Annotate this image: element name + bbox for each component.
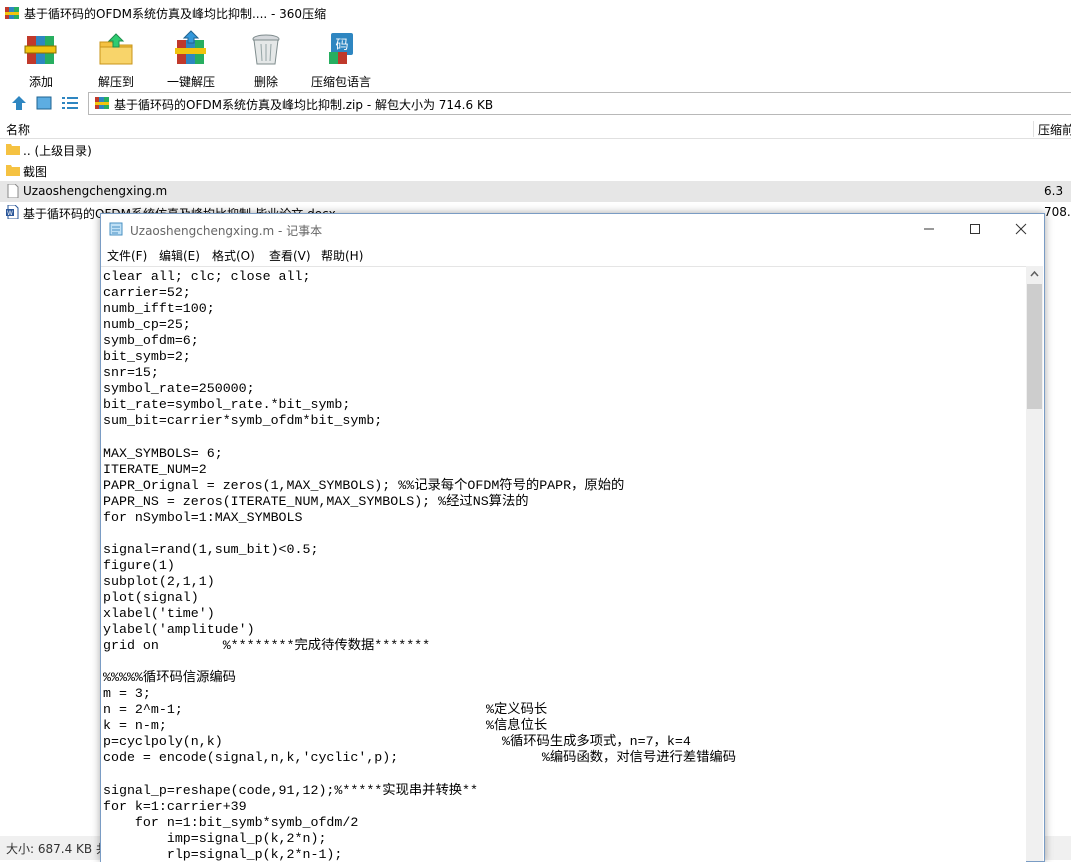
code-line: subplot(2,1,1) xyxy=(103,573,215,589)
code-line: MAX_SYMBOLS= 6; xyxy=(103,445,223,461)
code-line: numb_ifft=100; xyxy=(103,301,215,317)
maximize-button[interactable] xyxy=(952,214,998,244)
notepad-title-bar[interactable]: Uzaoshengchengxing.m - 记事本 xyxy=(101,214,1044,244)
trash-can-icon xyxy=(252,34,280,65)
code-line: numb_cp=25; xyxy=(103,317,191,333)
code-line: imp=signal_p(k,2*n); xyxy=(103,830,327,846)
code-line: k = n-m; %信息位长 xyxy=(103,718,548,734)
vertical-scrollbar[interactable] xyxy=(1026,266,1043,861)
code-line: ITERATE_NUM=2 xyxy=(103,461,207,477)
code-line: ylabel('amplitude') xyxy=(103,622,255,638)
menu-file[interactable]: 文件(F) xyxy=(107,247,147,264)
code-line: PAPR_Orignal = zeros(1,MAX_SYMBOLS); %%记… xyxy=(103,477,625,493)
code-line: clear all; clc; close all; xyxy=(103,269,311,284)
folder-icon xyxy=(6,144,20,155)
menu-edit[interactable]: 编辑(E) xyxy=(159,247,200,264)
thumbnail-view-icon[interactable] xyxy=(35,95,53,111)
file-row-screenshots[interactable]: 截图 xyxy=(0,160,1071,181)
books-add-icon xyxy=(24,36,57,64)
delete-button-label: 删除 xyxy=(253,75,278,89)
up-arrow-icon[interactable] xyxy=(10,95,28,111)
address-path-field[interactable]: 基于循环码的OFDM系统仿真及峰均比抑制.zip - 解包大小为 714.6 K… xyxy=(88,92,1071,115)
file-size: 6.3 xyxy=(1044,184,1064,198)
address-path-text: 基于循环码的OFDM系统仿真及峰均比抑制.zip - 解包大小为 714.6 K… xyxy=(114,98,494,112)
archive-window-title: 基于循环码的OFDM系统仿真及峰均比抑制.... - 360压缩 xyxy=(24,7,327,21)
code-line: n = 2^m-1; %定义码长 xyxy=(103,702,548,718)
code-line: snr=15; xyxy=(103,365,159,381)
menu-view[interactable]: 查看(V) xyxy=(269,247,311,264)
svg-text:W: W xyxy=(7,210,13,217)
extract-to-button[interactable]: 解压到 xyxy=(85,30,147,89)
notepad-window: Uzaoshengchengxing.m - 记事本 文件(F) 编辑(E) 格… xyxy=(100,213,1045,862)
extract-to-button-label: 解压到 xyxy=(97,75,134,89)
archive-language-button-label: 压缩包语言 xyxy=(310,75,371,89)
minimize-button[interactable] xyxy=(906,214,952,244)
file-row-m-file[interactable]: Uzaoshengchengxing.m 6.3 xyxy=(0,181,1071,202)
code-line: sum_bit=carrier*symb_ofdm*bit_symb; xyxy=(103,413,383,429)
minimize-icon xyxy=(924,228,934,230)
folder-extract-icon xyxy=(99,33,133,65)
file-name: 截图 xyxy=(23,165,48,179)
one-click-extract-button[interactable]: 一键解压 xyxy=(160,30,222,89)
code-line: signal_p=reshape(code,91,12);%*****实现串并转… xyxy=(103,782,479,798)
code-line: p=cyclpoly(n,k) %循环码生成多项式，n=7，k=4 xyxy=(103,734,691,750)
notepad-menu-bar: 文件(F) 编辑(E) 格式(O) 查看(V) 帮助(H) xyxy=(101,244,1044,264)
file-row-parent-dir[interactable]: .. (上级目录) xyxy=(0,139,1071,160)
file-name: Uzaoshengchengxing.m xyxy=(23,184,168,198)
notepad-app-icon xyxy=(109,222,123,236)
file-list-header: 名称 压缩前 xyxy=(0,118,1071,139)
code-line: bit_rate=symbol_rate.*bit_symb; xyxy=(103,397,351,413)
code-line: for n=1:bit_symb*symb_ofdm/2 xyxy=(103,814,359,830)
code-line: code = encode(signal,n,k,'cyclic',p); %编… xyxy=(103,750,737,766)
close-icon xyxy=(1015,223,1027,235)
code-line: symbol_rate=250000; xyxy=(103,381,255,397)
code-line: PAPR_NS = zeros(ITERATE_NUM,MAX_SYMBOLS)… xyxy=(103,493,529,509)
scroll-up-arrow-icon[interactable] xyxy=(1026,266,1043,283)
code-line: m = 3; xyxy=(103,686,151,702)
code-line: bit_symb=2; xyxy=(103,349,191,365)
scrollbar-thumb[interactable] xyxy=(1027,284,1042,409)
code-line: for nSymbol=1:MAX_SYMBOLS xyxy=(103,509,303,525)
one-click-extract-button-label: 一键解压 xyxy=(166,75,215,89)
books-extract-icon xyxy=(175,30,206,64)
file-size: 708.3 xyxy=(1044,205,1071,219)
folder-icon xyxy=(6,165,20,176)
menu-format[interactable]: 格式(O) xyxy=(212,247,255,264)
code-line: rlp=signal_p(k,2*n-1); xyxy=(103,846,343,862)
close-button[interactable] xyxy=(998,214,1044,244)
code-line: carrier=52; xyxy=(103,285,191,301)
language-code-icon: 码 xyxy=(329,33,353,64)
file-name: .. (上级目录) xyxy=(23,144,92,158)
maximize-icon xyxy=(970,224,980,234)
code-line: figure(1) xyxy=(103,557,175,573)
word-document-icon: W xyxy=(6,205,19,219)
delete-button[interactable]: 删除 xyxy=(235,30,297,89)
code-text: clear all; clc; close all; carrier=52; n… xyxy=(103,269,736,862)
svg-text:码: 码 xyxy=(335,38,348,53)
archive-language-button[interactable]: 码 压缩包语言 xyxy=(310,30,372,89)
add-button-label: 添加 xyxy=(28,75,53,89)
archive-status-text: 大小: 687.4 KB 共 xyxy=(6,842,108,856)
column-header-name[interactable]: 名称 xyxy=(6,121,30,138)
code-line: signal=rand(1,sum_bit)<0.5; xyxy=(103,541,319,557)
code-line: %%%%%循环码信源编码 xyxy=(103,670,236,686)
zip-archive-icon xyxy=(95,97,109,109)
archive-title-bar: 基于循环码的OFDM系统仿真及峰均比抑制.... - 360压缩 xyxy=(0,0,1071,26)
code-line: plot(signal) xyxy=(103,589,199,605)
column-header-compressed[interactable]: 压缩前 xyxy=(1033,121,1071,137)
notepad-text-area[interactable]: clear all; clc; close all; carrier=52; n… xyxy=(101,266,1026,862)
code-line: xlabel('time') xyxy=(103,605,215,621)
archive-toolbar: 添加 解压到 一键解压 删除 码 压缩包语言 xyxy=(0,26,1071,90)
code-line: grid on %********完成待传数据******* xyxy=(103,638,431,654)
code-line: for k=1:carrier+39 xyxy=(103,798,247,814)
document-file-icon xyxy=(7,184,19,198)
menu-help[interactable]: 帮助(H) xyxy=(321,247,363,264)
address-bar: 基于循环码的OFDM系统仿真及峰均比抑制.zip - 解包大小为 714.6 K… xyxy=(0,91,1071,115)
list-view-icon[interactable] xyxy=(61,95,79,111)
notepad-window-title: Uzaoshengchengxing.m - 记事本 xyxy=(130,224,323,238)
winrar-app-icon xyxy=(5,7,19,19)
code-line: symb_ofdm=6; xyxy=(103,333,199,349)
add-button[interactable]: 添加 xyxy=(10,30,72,89)
